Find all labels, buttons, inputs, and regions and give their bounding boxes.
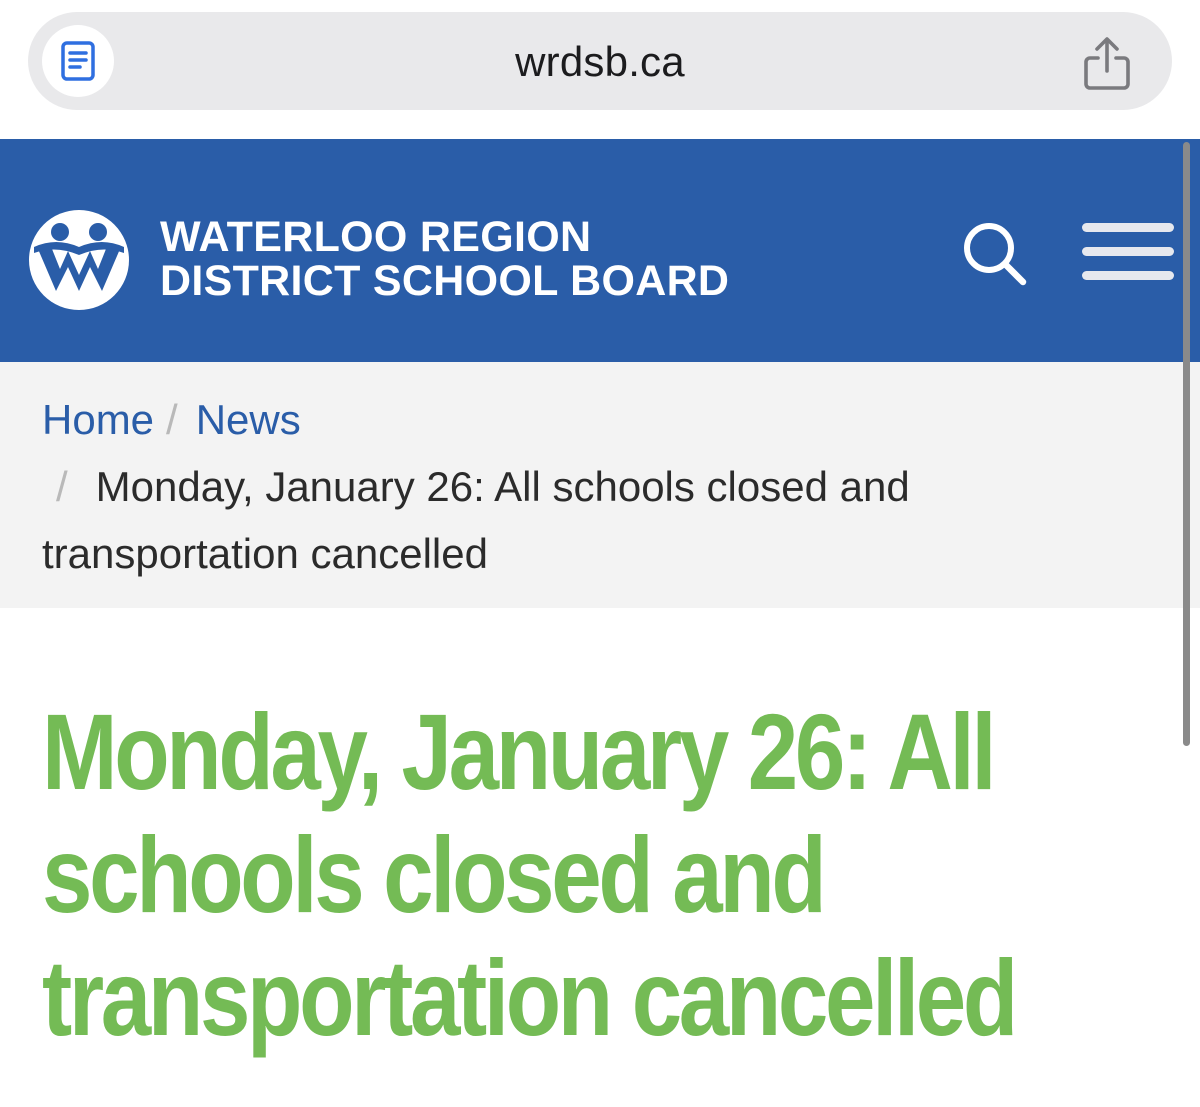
breadcrumb-news-link[interactable]: News (196, 396, 301, 443)
article-title-line3: transportation cancelled (42, 937, 1018, 1058)
wrdsb-logo[interactable] (26, 207, 132, 313)
site-name-line1: WATERLOO REGION (160, 213, 592, 261)
site-name-line2: DISTRICT SCHOOL BOARD (160, 257, 730, 305)
breadcrumb-current-page: Monday, January 26: All schools closed a… (95, 463, 910, 510)
breadcrumb-separator: / (166, 396, 178, 443)
address-bar[interactable]: wrdsb.ca (28, 12, 1172, 110)
breadcrumb-row-3: transportation cancelled (42, 530, 488, 578)
breadcrumb-separator: / (56, 463, 68, 510)
breadcrumb-home-link[interactable]: Home (42, 396, 154, 443)
breadcrumb-row-1: Home / News (42, 396, 301, 444)
search-button[interactable] (960, 219, 1030, 289)
breadcrumb: Home / News / Monday, January 26: All schoo… (0, 362, 1200, 608)
scrollbar[interactable] (1183, 142, 1190, 746)
share-icon (1084, 37, 1130, 90)
site-name[interactable]: WATERLOO REGION DISTRICT SCHOOL BOARD (160, 215, 729, 303)
site-header: WATERLOO REGION DISTRICT SCHOOL BOARD (0, 139, 1200, 362)
share-button[interactable] (1082, 36, 1132, 92)
article-title-line2: schools closed and (42, 814, 827, 935)
hamburger-menu-icon-bar (1082, 271, 1174, 280)
article-title: Monday, January 26: All schools closed a… (42, 690, 1168, 1059)
article-title-line1: Monday, January 26: All (42, 691, 997, 812)
hamburger-menu-icon (1082, 223, 1174, 232)
breadcrumb-row-2: / Monday, January 26: All schools closed … (42, 463, 910, 511)
hamburger-menu-button[interactable] (1082, 223, 1174, 281)
browser-toolbar: wrdsb.ca (0, 0, 1200, 139)
search-icon (964, 223, 1027, 286)
breadcrumb-current-page-cont: transportation cancelled (42, 530, 488, 577)
hamburger-menu-icon-bar (1082, 247, 1174, 256)
url-text[interactable]: wrdsb.ca (28, 38, 1172, 86)
